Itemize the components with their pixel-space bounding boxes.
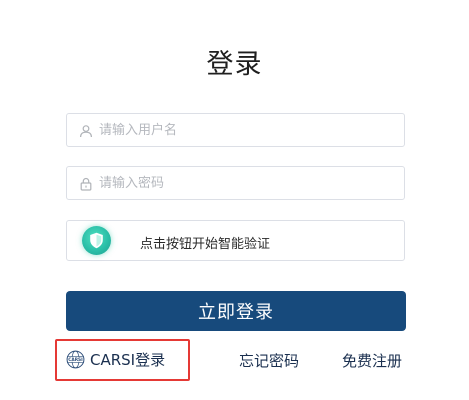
svg-text:CARSI: CARSI	[68, 357, 83, 363]
lock-icon	[79, 176, 93, 191]
smart-captcha-button[interactable]: 点击按钮开始智能验证	[66, 220, 405, 261]
page-title: 登录	[206, 49, 263, 80]
captcha-label: 点击按钮开始智能验证	[140, 237, 271, 252]
username-input[interactable]	[99, 114, 394, 146]
password-field[interactable]	[66, 166, 405, 200]
register-link[interactable]: 免费注册	[342, 350, 402, 371]
carsi-login-label: CARSI登录	[90, 350, 166, 369]
user-icon	[79, 123, 93, 138]
username-field[interactable]	[66, 113, 405, 147]
forgot-password-link[interactable]: 忘记密码	[239, 350, 299, 371]
shield-check-icon	[82, 226, 111, 255]
password-input[interactable]	[99, 167, 394, 199]
carsi-login-link[interactable]: CARSI CARSI登录	[66, 349, 165, 369]
carsi-globe-icon: CARSI	[66, 350, 85, 369]
login-button[interactable]: 立即登录	[66, 291, 406, 331]
